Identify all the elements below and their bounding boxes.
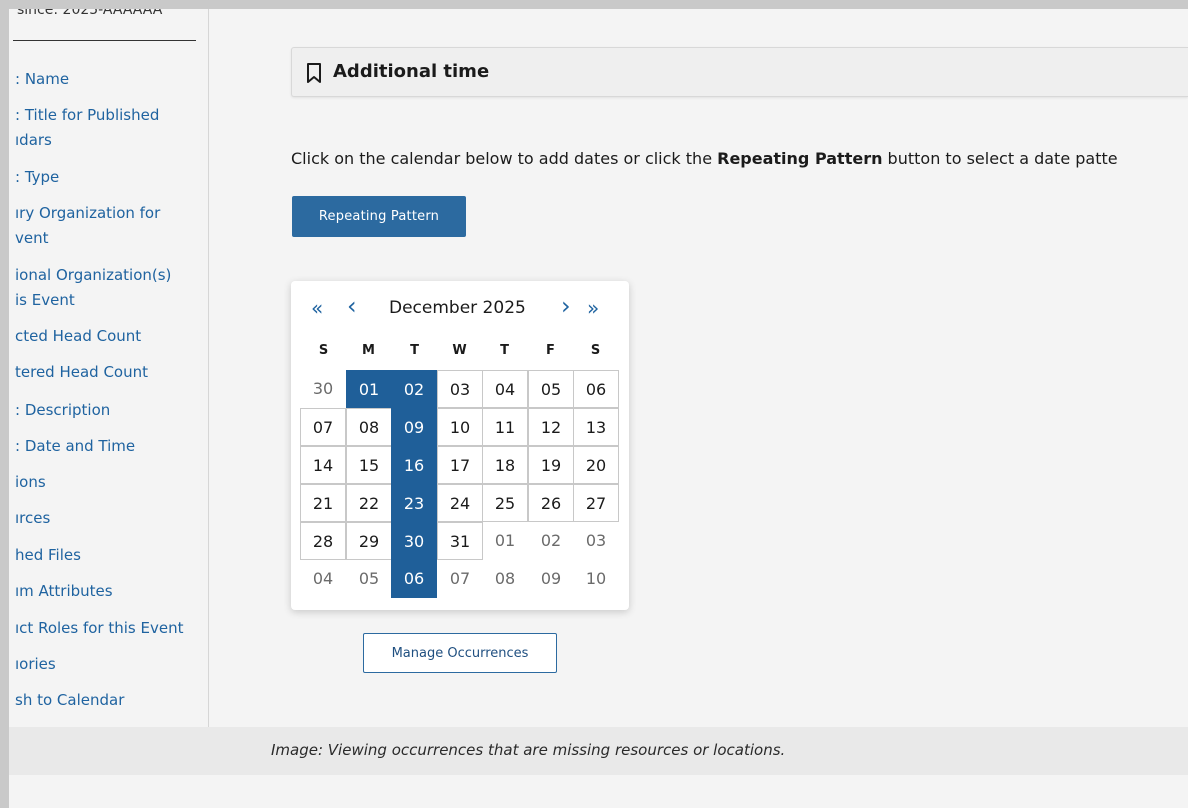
calendar-day[interactable]: 04 [482, 370, 528, 408]
calendar-day[interactable]: 29 [346, 522, 392, 560]
calendar-day-selected[interactable]: 02 [391, 370, 437, 408]
calendar-day[interactable]: 02 [528, 522, 574, 560]
sidebar-item[interactable]: ıdars [15, 129, 52, 151]
sidebar-item[interactable]: ım Attributes [15, 580, 113, 602]
calendar-day[interactable]: 08 [482, 560, 528, 598]
sidebar-item[interactable]: ions [15, 471, 46, 493]
instructions-before: Click on the calendar below to add dates… [291, 149, 718, 168]
sidebar-item[interactable]: ional Organization(s) [15, 264, 171, 286]
calendar-day[interactable]: 05 [346, 560, 392, 598]
calendar-day[interactable]: 11 [482, 408, 528, 446]
calendar-day[interactable]: 03 [573, 522, 619, 560]
calendar-month-label[interactable]: December 2025 [389, 298, 526, 318]
next-month-icon[interactable]: › [561, 294, 571, 318]
calendar-day[interactable]: 19 [528, 446, 574, 484]
sidebar-since-text: since: 2025-AAAAAA [17, 9, 163, 18]
bookmark-icon [307, 63, 321, 83]
instructions-after: button to select a date patte [882, 149, 1118, 168]
prev-month-icon[interactable]: ‹ [347, 294, 357, 318]
frame-top-border [0, 0, 1188, 9]
sidebar-item[interactable]: hed Files [15, 544, 81, 566]
calendar-day[interactable]: 21 [300, 484, 346, 522]
weekday-label: W [452, 343, 467, 358]
weekday-label: T [500, 343, 509, 358]
sidebar-item[interactable]: ıry Organization for [15, 202, 160, 224]
calendar-day-selected[interactable]: 06 [391, 560, 437, 598]
weekday-label: F [546, 343, 555, 358]
calendar-day[interactable]: 30 [300, 370, 346, 408]
frame-left-border [0, 0, 9, 808]
calendar-day-selected[interactable]: 23 [391, 484, 437, 522]
repeating-pattern-button[interactable]: Repeating Pattern [292, 196, 466, 237]
calendar-day-selected[interactable]: 09 [391, 408, 437, 446]
weekday-label: S [318, 343, 329, 358]
weekday-label: T [410, 343, 419, 358]
sidebar-item[interactable]: sh to Calendar [15, 689, 124, 711]
calendar-day[interactable]: 05 [528, 370, 574, 408]
calendar-day[interactable]: 07 [300, 408, 346, 446]
calendar-day[interactable]: 22 [346, 484, 392, 522]
calendar-day[interactable]: 15 [346, 446, 392, 484]
sidebar-item[interactable]: vent [15, 227, 49, 249]
image-caption: Image: Viewing occurrences that are miss… [271, 741, 786, 759]
calendar-day[interactable]: 18 [482, 446, 528, 484]
prev-year-icon[interactable]: « [311, 298, 323, 318]
weekday-label: S [590, 343, 601, 358]
calendar-day[interactable]: 04 [300, 560, 346, 598]
next-year-icon[interactable]: » [587, 298, 599, 318]
sidebar-item[interactable]: ırces [15, 507, 50, 529]
sidebar-item[interactable]: : Title for Published [15, 104, 159, 126]
manage-occurrences-button[interactable]: Manage Occurrences [363, 633, 557, 673]
calendar: « ‹ December 2025 › » SMTWTFS 30 01 02 03 04… [291, 281, 629, 610]
sidebar-item[interactable]: ıories [15, 653, 56, 675]
instructions-bold: Repeating Pattern [717, 149, 883, 168]
sidebar-item[interactable]: ıct Roles for this Event [15, 617, 183, 639]
calendar-day[interactable]: 09 [528, 560, 574, 598]
calendar-day[interactable]: 01 [482, 522, 528, 560]
sidebar: since: 2025-AAAAAA : Name : Title for Pub… [9, 9, 209, 727]
sidebar-item[interactable]: : Type [15, 166, 59, 188]
calendar-day[interactable]: 27 [573, 484, 619, 522]
calendar-day[interactable]: 14 [300, 446, 346, 484]
section-header: Additional time [291, 47, 1188, 97]
section-title: Additional time [333, 61, 490, 82]
sidebar-item[interactable]: cted Head Count [15, 325, 141, 347]
calendar-day[interactable]: 24 [437, 484, 483, 522]
calendar-day[interactable]: 20 [573, 446, 619, 484]
calendar-day[interactable]: 17 [437, 446, 483, 484]
sidebar-item[interactable]: is Event [15, 289, 75, 311]
sidebar-item[interactable]: : Description [15, 399, 110, 421]
calendar-day-selected[interactable]: 01 [346, 370, 392, 408]
calendar-day[interactable]: 31 [437, 522, 483, 560]
calendar-day[interactable]: 10 [437, 408, 483, 446]
screenshot-frame: since: 2025-AAAAAA : Name : Title for Pub… [0, 0, 1188, 808]
calendar-day[interactable]: 13 [573, 408, 619, 446]
calendar-day[interactable]: 10 [573, 560, 619, 598]
sidebar-item[interactable]: tered Head Count [15, 361, 148, 383]
calendar-day[interactable]: 26 [528, 484, 574, 522]
calendar-day[interactable]: 28 [300, 522, 346, 560]
calendar-day[interactable]: 25 [482, 484, 528, 522]
instructions-text: Click on the calendar below to add dates… [291, 149, 1118, 168]
sidebar-divider [13, 40, 196, 41]
calendar-day-selected[interactable]: 16 [391, 446, 437, 484]
calendar-grid: 30 01 02 03 04 05 06 07 08 09 10 11 12 13 14 15 16 17 18 19… [300, 370, 620, 598]
calendar-day[interactable]: 06 [573, 370, 619, 408]
weekday-label: M [362, 343, 375, 358]
sidebar-item[interactable]: : Name [15, 68, 69, 90]
calendar-day[interactable]: 12 [528, 408, 574, 446]
calendar-day[interactable]: 03 [437, 370, 483, 408]
sidebar-item[interactable]: : Date and Time [15, 435, 135, 457]
calendar-day[interactable]: 07 [437, 560, 483, 598]
calendar-day-selected[interactable]: 30 [391, 522, 437, 560]
caption-bar: Image: Viewing occurrences that are miss… [9, 727, 1188, 775]
calendar-day[interactable]: 08 [346, 408, 392, 446]
